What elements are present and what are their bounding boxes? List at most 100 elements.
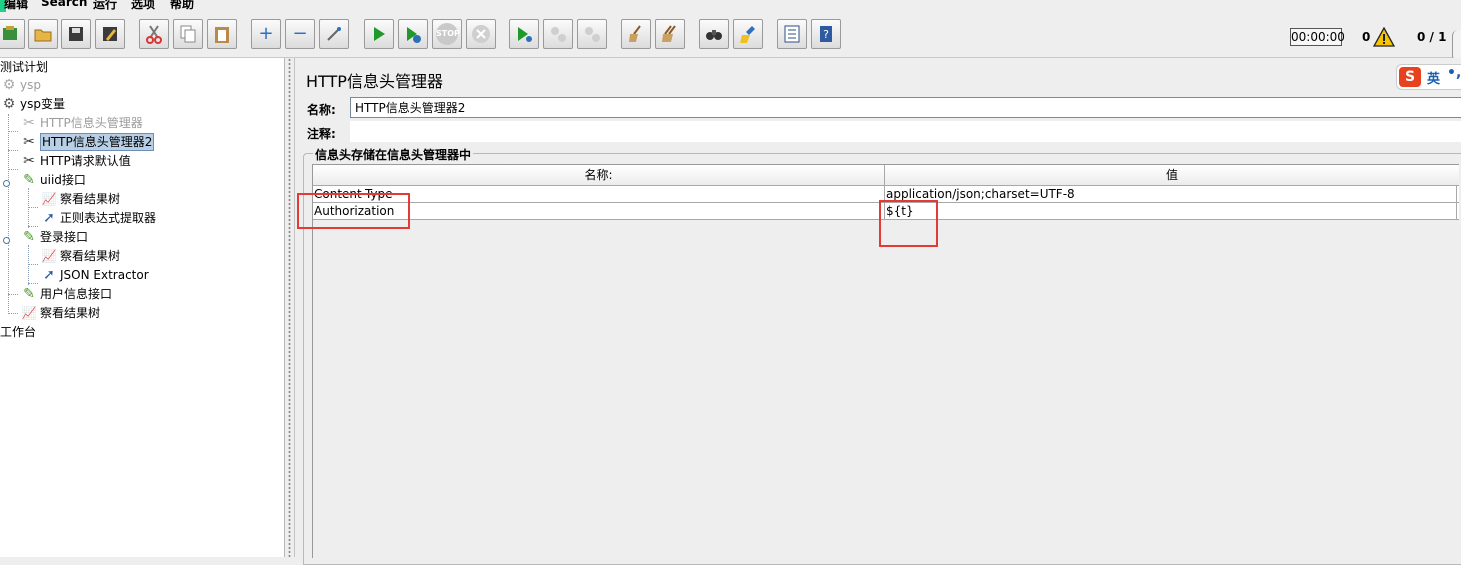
tree-connector [28, 188, 29, 228]
tree-node-label: 正则表达式提取器 [60, 211, 157, 225]
tree-node-label: 察看结果树 [40, 306, 101, 320]
search-button[interactable] [699, 19, 729, 49]
panel-title: HTTP信息头管理器 [306, 72, 443, 91]
name-field[interactable] [350, 97, 1461, 118]
tree-connector [8, 313, 18, 314]
wand-icon [327, 27, 341, 41]
active-threads: 0 / 1 [1417, 30, 1447, 44]
remote-start-button[interactable] [509, 19, 539, 49]
tree-node-label: 察看结果树 [60, 192, 121, 206]
help-button[interactable]: ? [811, 19, 841, 49]
expand-toggle[interactable] [3, 237, 10, 244]
minus-icon: − [292, 23, 308, 44]
tree-node-label: 察看结果树 [60, 249, 121, 263]
menu-help[interactable]: 帮助 [170, 0, 194, 12]
tree-node-label: HTTP请求默认值 [40, 154, 131, 168]
templates-button[interactable] [0, 19, 25, 49]
clear-button[interactable] [621, 19, 651, 49]
gear-icon: ⚙ [2, 77, 16, 93]
tree-node-label: 工作台 [0, 325, 37, 339]
error-count: 0 [1362, 30, 1371, 44]
tree-connector [8, 131, 18, 132]
binoculars-icon [706, 30, 722, 40]
divider-grip [288, 58, 291, 557]
test-plan-tree[interactable]: 测试计划 ⚙ ysp ⚙ ysp变量 ✂ HTTP信息头管理器 ✂ HTTP信息… [0, 58, 285, 557]
wrench-icon: ✂ [23, 153, 35, 169]
brush-icon [740, 26, 755, 43]
plus-icon: + [258, 23, 274, 44]
shutdown-button[interactable] [466, 19, 496, 49]
stop-button[interactable]: STOP [432, 19, 462, 49]
start-no-pause-button[interactable] [398, 19, 428, 49]
save-as-button[interactable] [95, 19, 125, 49]
tree-node-label: JSON Extractor [60, 268, 149, 282]
tree-connector [28, 264, 38, 265]
tree-connector [28, 283, 38, 284]
comment-label: 注释: [307, 127, 336, 141]
comment-field[interactable] [350, 121, 1461, 142]
sogou-logo-icon: S [1399, 67, 1421, 87]
remote-play-icon [518, 27, 532, 42]
tree-node-label: 登录接口 [40, 230, 89, 244]
expand-toggle[interactable] [3, 180, 10, 187]
tree-node-label: ysp [20, 78, 41, 92]
clipboard-icon [215, 27, 229, 43]
floppy-icon [69, 27, 83, 41]
remote-stop-button[interactable] [543, 19, 573, 49]
arrow-icon: ➚ [43, 267, 55, 283]
function-helper-button[interactable] [777, 19, 807, 49]
save-button[interactable] [61, 19, 91, 49]
tree-connector [28, 245, 29, 285]
reset-search-button[interactable] [733, 19, 763, 49]
header-manager-panel: HTTP信息头管理器 S 英 •, 名称: 注释: 信息头存储在信息头管理器中 … [295, 58, 1461, 565]
start-button[interactable] [364, 19, 394, 49]
menu-bar: 编辑 Search 运行 选项 帮助 [0, 0, 1461, 12]
tree-node-label: ysp变量 [20, 97, 65, 111]
header-value-cell[interactable]: ${t} [885, 203, 1457, 219]
copy-icon [180, 25, 196, 43]
play-timer-icon [407, 27, 421, 43]
open-button[interactable] [28, 19, 58, 49]
remote-shutdown-button[interactable] [577, 19, 607, 49]
save-edit-icon [103, 27, 117, 41]
expand-button[interactable]: + [251, 19, 281, 49]
broom-icon [629, 25, 641, 42]
ime-indicator[interactable]: S 英 •, [1396, 64, 1461, 90]
cut-button[interactable] [139, 19, 169, 49]
shutdown-icon [472, 25, 490, 43]
graph-icon: 📈 [41, 192, 57, 206]
elapsed-timer: 00:00:00 [1290, 28, 1345, 46]
collapse-button[interactable]: − [285, 19, 315, 49]
tree-connector [28, 226, 38, 227]
split-pane-divider[interactable] [285, 58, 295, 557]
toggle-button[interactable] [319, 19, 349, 49]
scissors-icon [146, 25, 162, 44]
ime-mode-label: 英 [1427, 72, 1441, 87]
warning-icon[interactable] [1373, 27, 1395, 47]
remote-shutdown-icon [585, 27, 600, 42]
menu-run[interactable]: 运行 [93, 0, 117, 12]
tree-connector [8, 248, 9, 314]
pipette-icon: ✎ [23, 229, 35, 245]
wrench-icon: ✂ [23, 115, 35, 131]
menu-edit[interactable]: 编辑 [4, 0, 28, 12]
clear-all-button[interactable] [655, 19, 685, 49]
paste-button[interactable] [207, 19, 237, 49]
column-header-value[interactable]: 值 [885, 165, 1459, 186]
copy-button[interactable] [173, 19, 203, 49]
remote-stop-icon [551, 27, 566, 42]
name-label: 名称: [307, 103, 336, 117]
tree-node-label: HTTP信息头管理器2 [40, 133, 155, 151]
menu-options[interactable]: 选项 [131, 0, 155, 12]
column-header-name[interactable]: 名称: [313, 165, 885, 186]
punctuation-icon: •, [1447, 65, 1461, 81]
menu-search[interactable]: Search [41, 0, 87, 9]
header-value-cell[interactable]: application/json;charset=UTF-8 [885, 186, 1457, 202]
gear-icon: ⚙ [2, 96, 16, 112]
annotation-box-value [879, 200, 938, 247]
tree-connector [8, 169, 18, 170]
tree-node-label: uiid接口 [40, 173, 86, 187]
headers-group-title: 信息头存储在信息头管理器中 [313, 146, 474, 163]
templates-icon [3, 26, 17, 40]
list-icon [784, 25, 800, 43]
